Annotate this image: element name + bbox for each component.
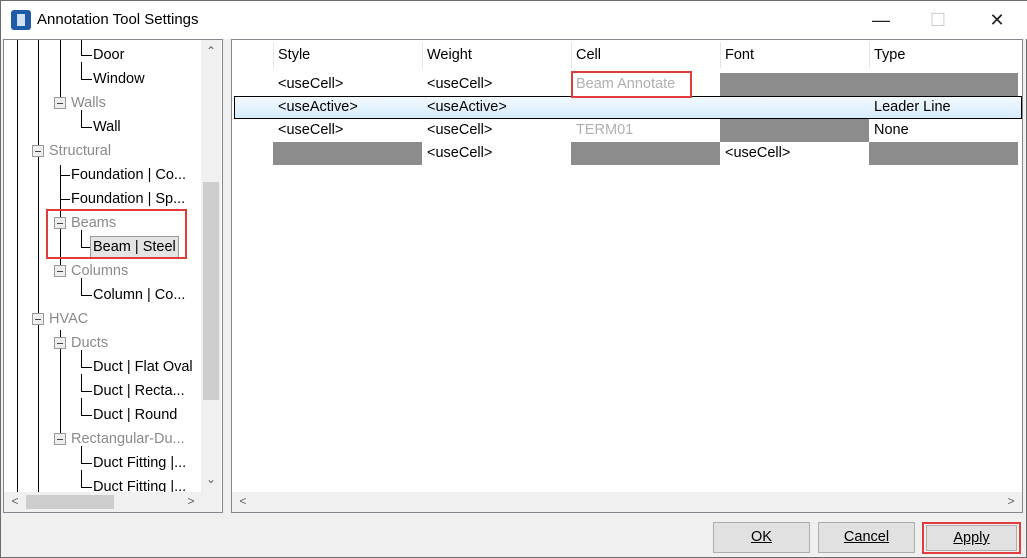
ok-button[interactable]: OK xyxy=(713,522,810,553)
grid-cell[interactable] xyxy=(720,119,869,142)
grid-cell[interactable]: <useCell> xyxy=(273,119,422,142)
minimize-button[interactable]: — xyxy=(858,5,904,35)
beams-highlight xyxy=(46,209,187,259)
tree-connector xyxy=(81,415,92,416)
scroll-down-icon[interactable]: ⌄ xyxy=(202,472,220,486)
tree-vertical-scrollbar[interactable]: ⌃ ⌄ xyxy=(201,40,221,492)
collapse-icon[interactable] xyxy=(54,433,66,445)
tree-line xyxy=(81,446,82,464)
tree-horizontal-scrollbar[interactable]: < > xyxy=(4,492,221,512)
tree-item[interactable]: Column | Co... xyxy=(93,284,185,306)
tree-connector xyxy=(81,391,92,392)
scroll-thumb[interactable] xyxy=(203,182,219,400)
grid-cell[interactable]: <useCell> xyxy=(273,73,422,96)
title-bar: Annotation Tool Settings — ☐ ✕ xyxy=(1,1,1027,39)
close-button[interactable]: ✕ xyxy=(974,5,1020,35)
tree-line xyxy=(81,40,82,56)
ok-label: OK xyxy=(751,529,772,545)
column-header[interactable]: Cell xyxy=(571,42,720,68)
grid-cell[interactable]: <useActive> xyxy=(273,96,422,119)
tree-item[interactable]: Duct | Round xyxy=(93,404,177,426)
cancel-button[interactable]: Cancel xyxy=(818,522,915,553)
maximize-button[interactable]: ☐ xyxy=(915,5,961,35)
grid-cell[interactable]: <useCell> xyxy=(720,142,869,165)
tree-connector xyxy=(81,79,92,80)
tree-connector xyxy=(81,127,92,128)
grid-cell[interactable]: <useCell> xyxy=(422,142,571,165)
tree-item[interactable]: Wall xyxy=(93,116,121,138)
scroll-up-icon[interactable]: ⌃ xyxy=(202,44,220,58)
tree-line xyxy=(81,350,82,368)
settings-grid[interactable]: <useCell> <useCell> Beam Annotate <useActiv… xyxy=(231,39,1023,513)
grid-cell[interactable]: None xyxy=(869,119,1018,142)
grid-cell[interactable]: Leader Line xyxy=(869,96,1018,119)
tree-line xyxy=(81,110,82,128)
grid-cell[interactable]: <useCell> xyxy=(422,73,571,96)
scroll-right-icon[interactable]: > xyxy=(1002,494,1020,508)
tree-line xyxy=(81,470,82,488)
column-header[interactable]: Font xyxy=(720,42,869,68)
tree-item[interactable]: Walls xyxy=(71,92,106,114)
tree-item[interactable]: HVAC xyxy=(49,308,88,330)
collapse-icon[interactable] xyxy=(32,145,44,157)
grid-cell[interactable] xyxy=(720,73,869,96)
grid-cell[interactable] xyxy=(720,96,869,119)
cell-highlight xyxy=(571,71,692,98)
scroll-thumb[interactable] xyxy=(26,495,114,509)
tree-item[interactable]: Structural xyxy=(49,140,111,162)
collapse-icon[interactable] xyxy=(32,313,44,325)
structure-tree[interactable]: Door Window Walls Wall Structural Foundation … xyxy=(3,39,223,513)
tree-line xyxy=(60,40,61,97)
tree-item[interactable]: Foundation | Co... xyxy=(71,164,186,186)
grid-cell[interactable]: <useActive> xyxy=(422,96,571,119)
tree-line xyxy=(81,398,82,416)
tree-item[interactable]: Duct | Flat Oval xyxy=(93,356,193,378)
column-header[interactable]: Weight xyxy=(422,42,571,68)
grid-cell[interactable] xyxy=(571,96,720,119)
grid-cell[interactable] xyxy=(571,142,720,165)
tree-connector xyxy=(60,199,70,200)
tree-connector xyxy=(60,175,70,176)
tree-item[interactable]: Duct Fitting |... xyxy=(93,452,186,474)
cancel-label: Cancel xyxy=(843,529,890,545)
column-header[interactable]: Type xyxy=(869,42,1018,68)
apply-highlight xyxy=(922,522,1021,554)
grid-cell[interactable] xyxy=(869,142,1018,165)
collapse-icon[interactable] xyxy=(54,265,66,277)
tree-item[interactable]: Rectangular-Du... xyxy=(71,428,185,450)
tree-item[interactable]: Columns xyxy=(71,260,128,282)
column-header[interactable]: Style xyxy=(273,42,422,68)
grid-cell[interactable]: <useCell> xyxy=(422,119,571,142)
tree-connector xyxy=(81,367,92,368)
grid-cell[interactable] xyxy=(273,142,422,165)
tree-item[interactable]: Window xyxy=(93,68,145,90)
app-icon xyxy=(11,10,31,30)
tree-line xyxy=(81,374,82,392)
tree-connector xyxy=(81,295,92,296)
tree-connector xyxy=(81,55,92,56)
scroll-left-icon[interactable]: < xyxy=(6,494,24,508)
scroll-left-icon[interactable]: < xyxy=(234,494,252,508)
collapse-icon[interactable] xyxy=(54,97,66,109)
tree-item[interactable]: Foundation | Sp... xyxy=(71,188,185,210)
tree-line xyxy=(81,278,82,296)
tree-item[interactable]: Ducts xyxy=(71,332,108,354)
window-title: Annotation Tool Settings xyxy=(37,11,199,28)
tree-connector xyxy=(81,463,92,464)
scroll-right-icon[interactable]: > xyxy=(182,494,200,508)
grid-cell[interactable] xyxy=(869,73,1018,96)
grid-horizontal-scrollbar[interactable]: < > xyxy=(232,492,1022,512)
grid-cell[interactable]: TERM01 xyxy=(571,119,720,142)
tree-connector xyxy=(81,487,92,488)
tree-line xyxy=(17,40,18,492)
tree-line xyxy=(38,40,39,492)
collapse-icon[interactable] xyxy=(54,337,66,349)
tree-line xyxy=(81,62,82,80)
tree-item[interactable]: Duct | Recta... xyxy=(93,380,185,402)
tree-item[interactable]: Door xyxy=(93,44,124,66)
